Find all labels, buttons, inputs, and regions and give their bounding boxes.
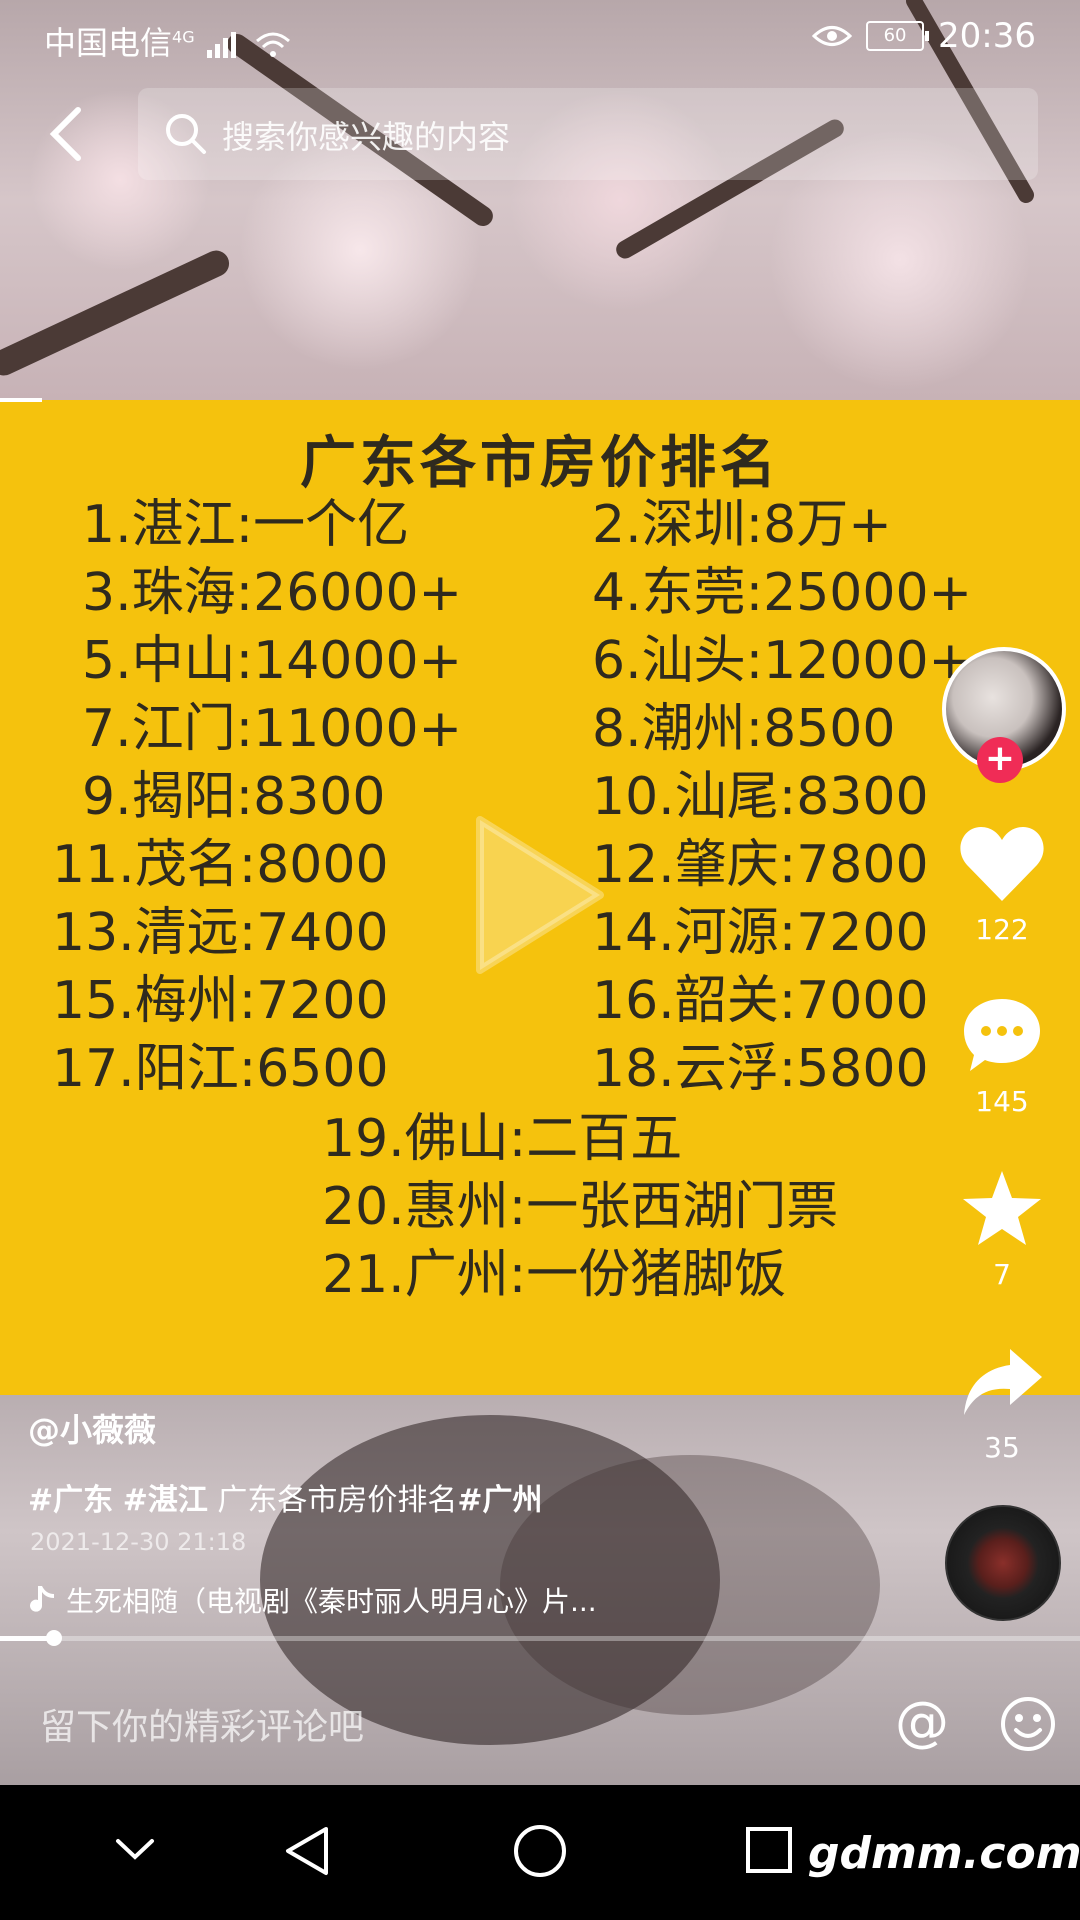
share-icon [964, 1349, 1042, 1415]
post-caption: #广东 #湛江 广东各市房价排名#广州 [28, 1475, 543, 1519]
comment-count: 145 [975, 1085, 1029, 1118]
home-circle-icon[interactable] [512, 1823, 568, 1879]
rank-item: 9.揭阳:8300 [82, 767, 386, 827]
music-note-icon [30, 1586, 54, 1612]
progress-knob[interactable] [46, 1630, 62, 1646]
signal-icon [206, 32, 236, 58]
rank-item: 21.广州:一份猪脚饭 [322, 1245, 787, 1305]
back-triangle-icon[interactable] [282, 1825, 332, 1877]
play-icon[interactable] [470, 815, 610, 975]
search-input[interactable]: 搜索你感兴趣的内容 [138, 88, 1038, 180]
rank-item: 1.湛江:一个亿 [82, 495, 410, 555]
watermark: gdmm.com [808, 1828, 1080, 1879]
emoji-icon[interactable] [1000, 1696, 1056, 1752]
music-disc[interactable] [945, 1505, 1061, 1621]
favorite-count: 7 [993, 1258, 1011, 1291]
comment-bar: 留下你的精彩评论吧 @ [0, 1660, 1080, 1785]
search-icon [166, 114, 206, 154]
chevron-down-icon[interactable] [112, 1829, 158, 1869]
music-title: 生死相随（电视剧《秦时丽人明月心》片... [66, 1585, 597, 1618]
rank-item: 13.清远:7400 [52, 903, 389, 963]
rank-item: 3.珠海:26000+ [82, 563, 463, 623]
comment-icon [964, 999, 1040, 1071]
rank-item: 8.潮州:8500 [592, 699, 896, 759]
share-button[interactable]: 35 [950, 1345, 1054, 1464]
share-count: 35 [984, 1431, 1020, 1464]
hashtag-link[interactable]: #湛江 [123, 1483, 208, 1518]
rank-item: 6.汕头:12000+ [592, 631, 973, 691]
at-icon[interactable]: @ [895, 1690, 949, 1753]
recents-square-icon[interactable] [744, 1825, 794, 1875]
rank-item: 16.韶关:7000 [592, 971, 929, 1031]
rank-item: 19.佛山:二百五 [322, 1109, 683, 1169]
back-button[interactable] [42, 104, 92, 164]
hashtag-link[interactable]: #广州 [457, 1483, 542, 1518]
caption-text: 广东各市房价排名 [217, 1483, 458, 1518]
star-icon [963, 1171, 1041, 1245]
progress-bar[interactable] [0, 1630, 1080, 1646]
battery-icon: 60 [866, 21, 930, 51]
rank-item: 18.云浮:5800 [592, 1039, 929, 1099]
heart-icon [960, 827, 1044, 901]
rank-item: 2.深圳:8万+ [592, 495, 892, 555]
author-name[interactable]: @小薇薇 [28, 1405, 156, 1451]
rank-item: 15.梅州:7200 [52, 971, 389, 1031]
eye-icon [812, 26, 853, 46]
rank-item: 7.江门:11000+ [82, 699, 463, 759]
rank-item: 11.茂名:8000 [52, 835, 389, 895]
rank-item: 14.河源:7200 [592, 903, 929, 963]
like-count: 122 [975, 913, 1029, 946]
chevron-left-icon [49, 107, 81, 161]
rank-item: 17.阳江:6500 [52, 1039, 389, 1099]
rank-item: 4.东莞:25000+ [592, 563, 973, 623]
like-button[interactable]: 122 [950, 825, 1054, 946]
rank-item: 20.惠州:一张西湖门票 [322, 1177, 839, 1237]
favorite-button[interactable]: 7 [950, 1168, 1054, 1291]
rank-item: 12.肇庆:7800 [592, 835, 929, 895]
clock: 20:36 [938, 16, 1036, 56]
comment-input[interactable]: 留下你的精彩评论吧 [40, 1698, 364, 1750]
rank-item: 10.汕尾:8300 [592, 767, 929, 827]
follow-button[interactable]: + [977, 737, 1023, 783]
hashtag-link[interactable]: #广东 [28, 1483, 113, 1518]
status-bar: 中国电信4G 60 20:36 [0, 0, 1080, 76]
rank-item: 5.中山:14000+ [82, 631, 463, 691]
post-date: 2021-12-30 21:18 [30, 1528, 247, 1556]
comment-button[interactable]: 145 [950, 995, 1054, 1118]
search-placeholder: 搜索你感兴趣的内容 [222, 118, 511, 156]
music-info[interactable]: 生死相随（电视剧《秦时丽人明月心》片... [28, 1580, 597, 1620]
carrier-label: 中国电信4G [44, 18, 291, 64]
wifi-icon [255, 32, 290, 57]
card-edge [0, 398, 42, 402]
